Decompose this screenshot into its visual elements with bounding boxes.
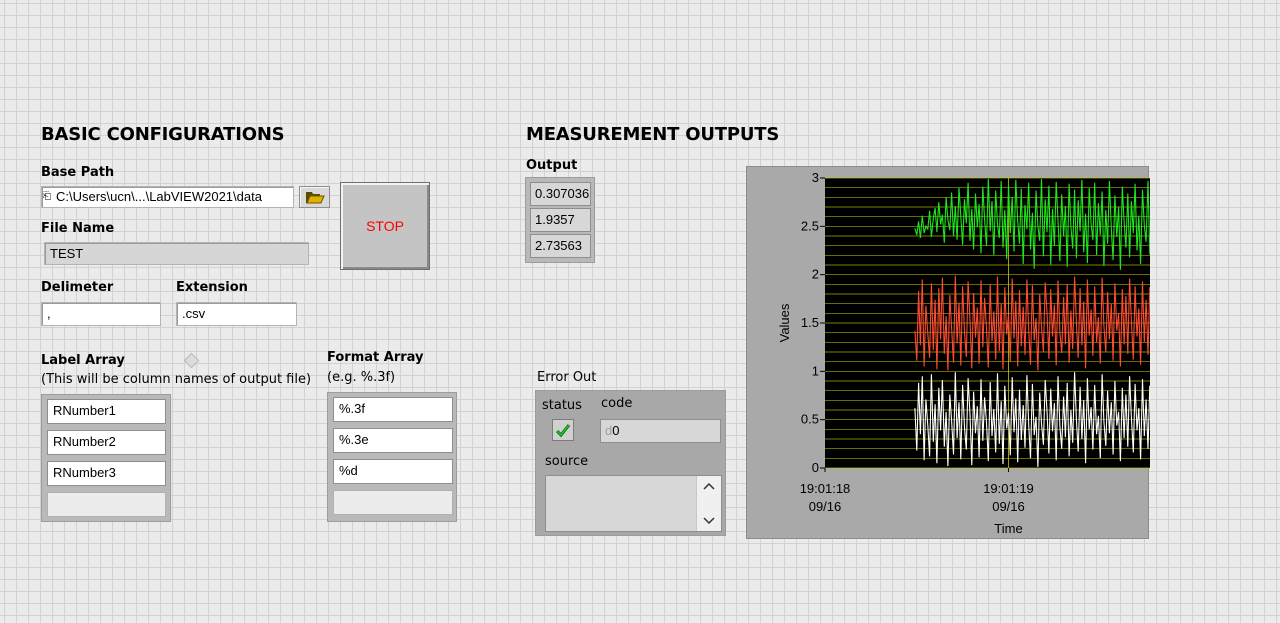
extension-value: .csv — [182, 306, 206, 321]
label-array-element[interactable]: RNumber2 — [47, 430, 166, 455]
output-array-element: 1.9357 — [530, 208, 591, 232]
browse-button[interactable] — [299, 186, 330, 208]
base-path-label: Base Path — [41, 165, 115, 180]
output-array-element: 0.307036 — [530, 182, 591, 206]
output-value: 0.307036 — [535, 186, 590, 201]
waveform-chart-svg: 00.511.522.5319:01:1809/1619:01:1909/161… — [777, 170, 1150, 536]
code-indicator: d0 — [600, 419, 721, 443]
label-array-note: (This will be column names of output fil… — [41, 372, 312, 387]
error-out-cluster: status code d0 source — [535, 390, 726, 536]
file-name-value: TEST — [50, 246, 84, 261]
y-tick-label: 3 — [812, 170, 819, 185]
label-array: RNumber1 RNumber2 RNumber3 — [41, 394, 171, 522]
y-axis-label: Values — [777, 303, 792, 342]
label-array-element[interactable] — [47, 492, 166, 517]
code-label: code — [601, 396, 633, 411]
format-array-element[interactable] — [333, 490, 453, 515]
waveform-chart[interactable]: 00.511.522.5319:01:1809/1619:01:1909/161… — [746, 166, 1150, 539]
path-icon: ⎗ — [43, 191, 51, 202]
delimeter-label: Delimeter — [41, 280, 114, 295]
y-tick-label: 0.5 — [801, 412, 819, 427]
format-array-element[interactable]: %.3f — [333, 397, 453, 422]
y-tick-label: 1 — [812, 363, 819, 378]
file-name-field[interactable]: TEST — [44, 242, 309, 265]
format-array-element-text: %d — [339, 463, 358, 478]
format-array-element-text: %.3f — [339, 401, 366, 416]
extension-label: Extension — [176, 280, 248, 295]
stop-button-label: STOP — [366, 218, 404, 234]
scroll-down-icon[interactable] — [703, 517, 715, 525]
stop-button[interactable]: STOP — [340, 182, 430, 270]
x-tick-date: 09/16 — [992, 499, 1025, 514]
format-array-element[interactable]: %.3e — [333, 428, 453, 453]
output-array: 0.307036 1.9357 2.73563 — [525, 177, 595, 263]
source-scrollbar[interactable] — [696, 476, 721, 531]
folder-open-icon — [306, 192, 325, 204]
y-tick-label: 1.5 — [801, 315, 819, 330]
file-name-label: File Name — [41, 221, 115, 236]
format-array-note: (e.g. %.3f) — [327, 370, 396, 385]
label-array-element-text: RNumber2 — [53, 434, 116, 449]
format-array-element-text: %.3e — [339, 432, 369, 447]
y-tick-label: 2.5 — [801, 218, 819, 233]
measurement-outputs-heading: MEASUREMENT OUTPUTS — [526, 124, 780, 145]
x-tick-label: 19:01:18 — [800, 481, 851, 496]
output-value: 2.73563 — [535, 238, 582, 253]
y-tick-label: 2 — [812, 267, 819, 282]
array-divider-handle[interactable] — [183, 352, 200, 369]
basic-configurations-heading: BASIC CONFIGURATIONS — [41, 124, 285, 145]
extension-input[interactable]: .csv — [176, 302, 297, 326]
base-path-input[interactable]: ⎗ C:\Users\ucn\...\LabVIEW2021\data — [41, 186, 294, 208]
label-array-element[interactable]: RNumber3 — [47, 461, 166, 486]
checkmark-icon — [555, 424, 571, 438]
x-tick-label: 19:01:19 — [983, 481, 1034, 496]
x-axis-label: Time — [994, 521, 1022, 536]
format-array: %.3f %.3e %d — [327, 392, 457, 522]
format-array-label: Format Array — [327, 350, 424, 365]
delimeter-input[interactable]: , — [41, 302, 161, 326]
label-array-element-text: RNumber1 — [53, 403, 116, 418]
source-indicator — [545, 475, 722, 532]
delimeter-value: , — [47, 306, 51, 321]
base-path-value: C:\Users\ucn\...\LabVIEW2021\data — [56, 189, 262, 204]
output-value: 1.9357 — [535, 212, 575, 227]
x-tick-date: 09/16 — [809, 499, 842, 514]
output-label: Output — [526, 158, 578, 173]
format-array-element[interactable]: %d — [333, 459, 453, 484]
error-out-label: Error Out — [537, 370, 597, 385]
code-value: 0 — [612, 423, 620, 438]
output-array-element: 2.73563 — [530, 234, 591, 258]
label-array-label: Label Array — [41, 353, 125, 368]
scroll-up-icon[interactable] — [703, 482, 715, 490]
status-label: status — [542, 398, 582, 413]
label-array-element[interactable]: RNumber1 — [47, 399, 166, 424]
source-label: source — [545, 454, 589, 469]
label-array-element-text: RNumber3 — [53, 465, 116, 480]
status-indicator — [552, 419, 574, 441]
y-tick-label: 0 — [812, 460, 819, 475]
